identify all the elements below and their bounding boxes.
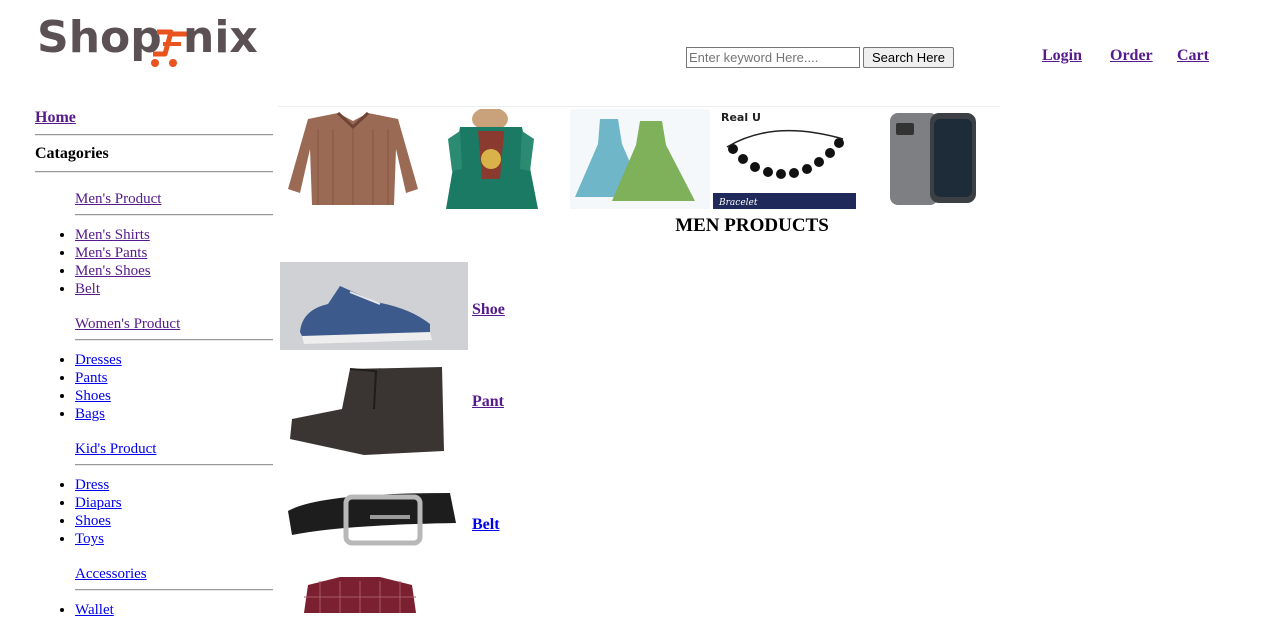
sidebar-item-bags[interactable]: Bags bbox=[75, 406, 105, 422]
list-item: Pants bbox=[75, 369, 273, 387]
product-belt-image[interactable] bbox=[280, 487, 460, 551]
banner-bracelet-image[interactable]: Real U Bracelet bbox=[713, 109, 856, 209]
order-link[interactable]: Order bbox=[1110, 47, 1153, 65]
category-list-accessories: Wallet bbox=[35, 601, 273, 619]
banner-kurti-image[interactable] bbox=[442, 109, 542, 209]
sidebar: Home Catagories Men's Product Men's Shir… bbox=[35, 106, 273, 619]
category-accessories: Accessories bbox=[75, 565, 273, 591]
category-title-mens[interactable]: Men's Product bbox=[75, 190, 273, 208]
list-item: Dress bbox=[75, 476, 273, 494]
product-link-shoe[interactable]: Shoe bbox=[472, 301, 505, 319]
search-button[interactable]: Search Here bbox=[863, 47, 954, 68]
sidebar-item-wallet[interactable]: Wallet bbox=[75, 602, 114, 618]
banner-kids-dress-image[interactable] bbox=[570, 109, 710, 209]
list-item: Shoes bbox=[75, 512, 273, 530]
sidebar-item-toys[interactable]: Toys bbox=[75, 531, 104, 547]
divider bbox=[75, 589, 273, 591]
sidebar-item-mens-shirts[interactable]: Men's Shirts bbox=[75, 227, 150, 243]
section-title: MEN PRODUCTS bbox=[675, 215, 829, 236]
list-item: Dresses bbox=[75, 351, 273, 369]
banner-phone-image[interactable] bbox=[858, 109, 998, 209]
divider bbox=[75, 464, 273, 466]
svg-text:Bracelet: Bracelet bbox=[718, 198, 758, 208]
list-item: Men's Pants bbox=[75, 244, 273, 262]
sidebar-item-mens-shoes[interactable]: Men's Shoes bbox=[75, 263, 151, 279]
category-title-kids[interactable]: Kid's Product bbox=[75, 440, 273, 458]
banner-shirt-image[interactable] bbox=[278, 109, 428, 209]
login-link[interactable]: Login bbox=[1042, 47, 1082, 65]
category-kids: Kid's Product bbox=[75, 440, 273, 466]
category-list-kids: Dress Diapars Shoes Toys bbox=[35, 476, 273, 548]
category-title-accessories[interactable]: Accessories bbox=[75, 565, 273, 583]
cart-link[interactable]: Cart bbox=[1177, 47, 1209, 65]
sidebar-item-shoes[interactable]: Shoes bbox=[75, 388, 111, 404]
sidebar-item-diapars[interactable]: Diapars bbox=[75, 495, 122, 511]
list-item: Bags bbox=[75, 405, 273, 423]
product-link-pant[interactable]: Pant bbox=[472, 393, 504, 411]
svg-text:Real U: Real U bbox=[721, 111, 761, 124]
divider bbox=[35, 171, 273, 173]
sidebar-item-dresses[interactable]: Dresses bbox=[75, 352, 122, 368]
category-mens: Men's Product bbox=[75, 190, 273, 216]
list-item: Belt bbox=[75, 280, 273, 298]
sidebar-home-link[interactable]: Home bbox=[35, 108, 273, 128]
svg-text:Shop: Shop bbox=[37, 12, 162, 63]
search-input[interactable] bbox=[686, 47, 860, 68]
list-item: Toys bbox=[75, 530, 273, 548]
divider bbox=[35, 134, 273, 136]
sidebar-item-mens-pants[interactable]: Men's Pants bbox=[75, 245, 147, 261]
list-item: Men's Shirts bbox=[75, 226, 273, 244]
logo-graphic: Shop nix bbox=[37, 12, 258, 67]
list-item: Shoes bbox=[75, 387, 273, 405]
category-list-mens: Men's Shirts Men's Pants Men's Shoes Bel… bbox=[35, 226, 273, 298]
category-title-womens[interactable]: Women's Product bbox=[75, 315, 273, 333]
list-item: Men's Shoes bbox=[75, 262, 273, 280]
sidebar-item-kids-shoes[interactable]: Shoes bbox=[75, 513, 111, 529]
svg-text:nix: nix bbox=[183, 12, 258, 63]
banner-strip: Real U Bracelet bbox=[278, 106, 1000, 209]
product-link-belt[interactable]: Belt bbox=[472, 516, 500, 534]
sidebar-item-belt[interactable]: Belt bbox=[75, 281, 100, 297]
product-shirt-image[interactable] bbox=[280, 577, 440, 613]
category-womens: Women's Product bbox=[75, 315, 273, 341]
product-pant-image[interactable] bbox=[280, 365, 448, 457]
shopnix-logo[interactable]: Shop nix bbox=[37, 10, 277, 72]
category-list-womens: Dresses Pants Shoes Bags bbox=[35, 351, 273, 423]
divider bbox=[75, 339, 273, 341]
categories-heading: Catagories bbox=[35, 145, 109, 162]
list-item: Diapars bbox=[75, 494, 273, 512]
sidebar-item-pants[interactable]: Pants bbox=[75, 370, 108, 386]
product-shoe-image[interactable] bbox=[280, 262, 468, 350]
sidebar-item-kids-dress[interactable]: Dress bbox=[75, 477, 109, 493]
list-item: Wallet bbox=[75, 601, 273, 619]
divider bbox=[75, 214, 273, 216]
